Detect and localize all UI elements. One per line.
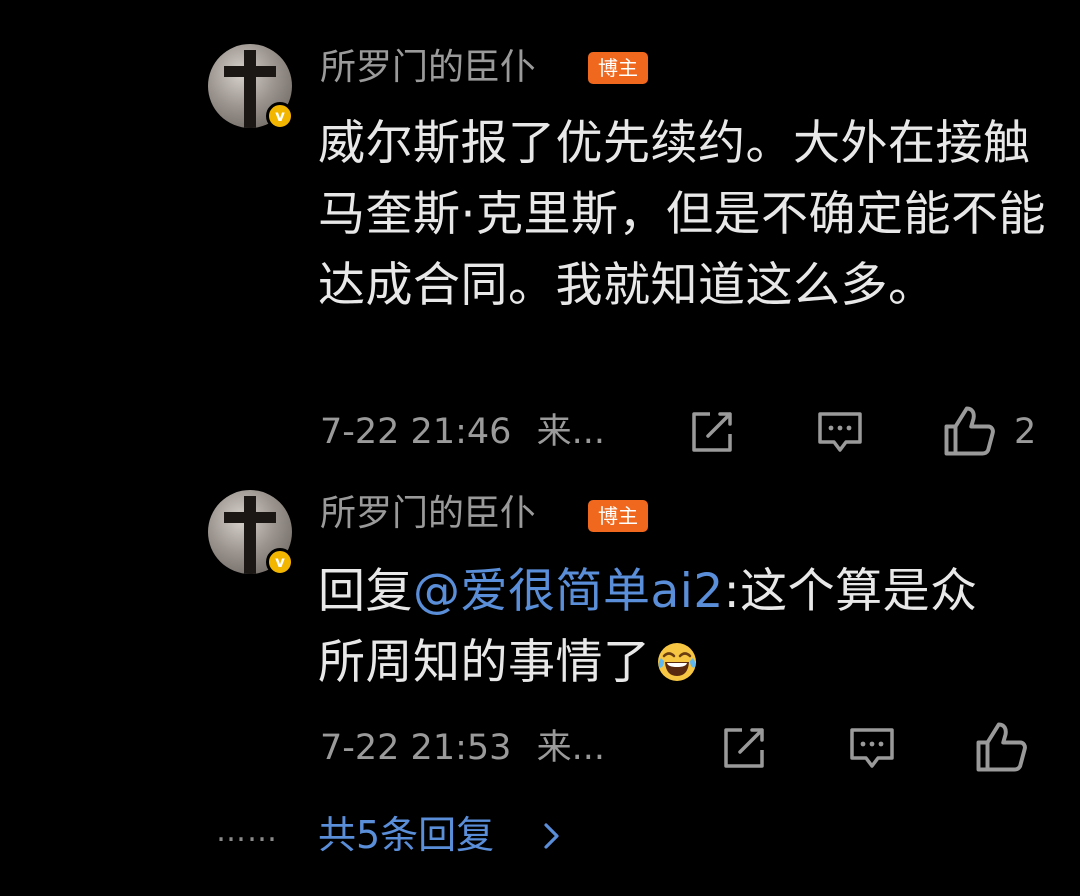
- avatar[interactable]: v: [208, 490, 294, 576]
- more-replies-link[interactable]: …… 共5条回复: [216, 810, 616, 860]
- comment-item: v 所罗门的臣仆 博主 回复@爱很简单ai2:这个算是众所周知的事情了 7-22…: [0, 0, 1080, 800]
- username[interactable]: 所罗门的臣仆: [320, 492, 536, 536]
- reply-prefix: 回复: [318, 564, 413, 619]
- mention-link[interactable]: @爱很简单ai2: [413, 564, 724, 619]
- like-icon[interactable]: [974, 720, 1028, 774]
- ellipsis-dots: ……: [216, 814, 278, 849]
- comment-icon[interactable]: [848, 724, 896, 772]
- more-replies-label[interactable]: 共5条回复: [318, 810, 494, 860]
- comment-meta: 7-22 21:53 来...: [320, 726, 605, 770]
- verified-badge-icon: v: [266, 548, 294, 576]
- chevron-right-icon: [544, 823, 559, 849]
- comment-source: 来...: [536, 728, 605, 768]
- blogger-tag: 博主: [588, 500, 648, 532]
- comment-time: 7-22 21:53: [320, 728, 512, 768]
- reply-text: 回复@爱很简单ai2:这个算是众所周知的事情了: [318, 556, 1018, 698]
- laughing-tears-emoji-icon: [657, 643, 696, 681]
- share-icon[interactable]: [720, 724, 768, 772]
